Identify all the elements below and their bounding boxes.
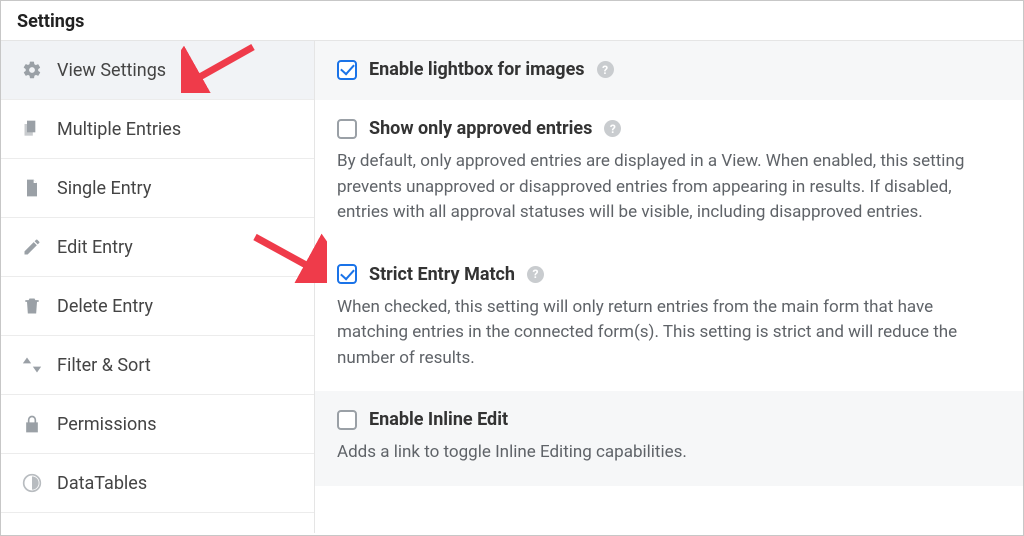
- inline-edit-checkbox[interactable]: [337, 410, 357, 430]
- sidebar-item-label: Single Entry: [57, 178, 151, 199]
- help-icon[interactable]: ?: [527, 266, 544, 283]
- setting-label: Strict Entry Match: [369, 264, 515, 285]
- approved-only-checkbox[interactable]: [337, 119, 357, 139]
- setting-label: Show only approved entries: [369, 118, 592, 139]
- enable-lightbox-checkbox[interactable]: [337, 60, 357, 80]
- setting-approved-only: Show only approved entries ? By default,…: [315, 100, 1023, 246]
- help-icon[interactable]: ?: [597, 61, 614, 78]
- setting-description: By default, only approved entries are di…: [337, 149, 1001, 226]
- sidebar-item-label: Multiple Entries: [57, 119, 181, 140]
- sidebar-item-filter-sort[interactable]: Filter & Sort: [1, 336, 314, 395]
- sidebar-item-label: Permissions: [57, 414, 157, 435]
- pencil-icon: [21, 236, 43, 258]
- sidebar-item-label: Delete Entry: [57, 296, 153, 317]
- lock-icon: [21, 413, 43, 435]
- sidebar-item-label: DataTables: [57, 473, 147, 494]
- sidebar-item-label: Filter & Sort: [57, 355, 151, 376]
- setting-strict-match: Strict Entry Match ? When checked, this …: [315, 246, 1023, 392]
- sidebar-item-delete-entry[interactable]: Delete Entry: [1, 277, 314, 336]
- sidebar-item-single-entry[interactable]: Single Entry: [1, 159, 314, 218]
- help-icon[interactable]: ?: [604, 120, 621, 137]
- document-icon: [21, 177, 43, 199]
- sidebar-item-label: View Settings: [57, 60, 166, 81]
- sidebar-item-view-settings[interactable]: View Settings: [1, 41, 314, 100]
- trash-icon: [21, 295, 43, 317]
- page-title: Settings: [1, 1, 1023, 41]
- gear-icon: [21, 59, 43, 81]
- setting-description: When checked, this setting will only ret…: [337, 295, 1001, 372]
- sort-icon: [21, 354, 43, 376]
- datatables-icon: [21, 472, 43, 494]
- sidebar-item-multiple-entries[interactable]: Multiple Entries: [1, 100, 314, 159]
- setting-label: Enable Inline Edit: [369, 409, 508, 430]
- setting-inline-edit: Enable Inline Edit Adds a link to toggle…: [315, 391, 1023, 486]
- sidebar-item-edit-entry[interactable]: Edit Entry: [1, 218, 314, 277]
- settings-content: Enable lightbox for images ? Show only a…: [315, 41, 1023, 533]
- setting-label: Enable lightbox for images: [369, 59, 585, 80]
- setting-description: Adds a link to toggle Inline Editing cap…: [337, 440, 1001, 466]
- settings-sidebar: View Settings Multiple Entries Single En…: [1, 41, 315, 533]
- setting-enable-lightbox: Enable lightbox for images ?: [315, 41, 1023, 100]
- sidebar-item-permissions[interactable]: Permissions: [1, 395, 314, 454]
- strict-match-checkbox[interactable]: [337, 264, 357, 284]
- documents-icon: [21, 118, 43, 140]
- sidebar-item-datatables[interactable]: DataTables: [1, 454, 314, 513]
- sidebar-item-label: Edit Entry: [57, 237, 133, 258]
